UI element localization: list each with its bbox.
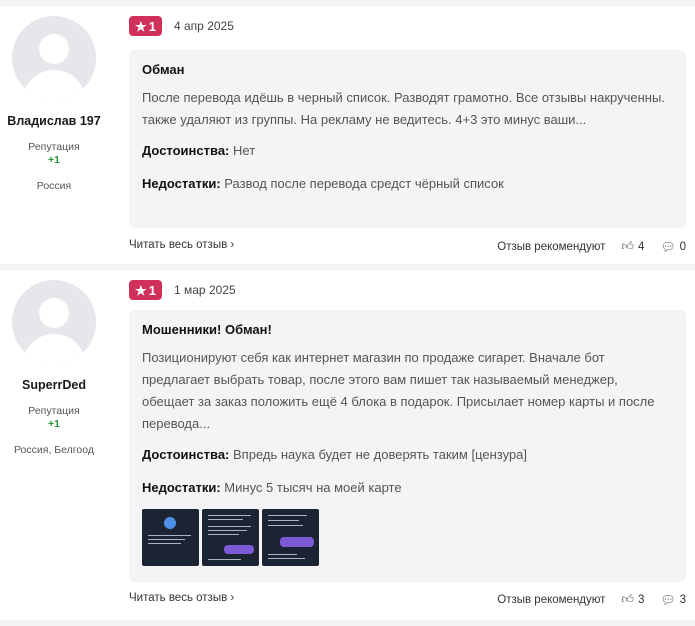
read-full-review-link[interactable]: Читать весь отзыв › xyxy=(129,592,234,604)
review-footer: Читать весь отзыв › Отзыв рекомендуют 👍︎… xyxy=(129,239,686,257)
reputation-value: +1 xyxy=(48,154,60,166)
pros-label: Достоинства: xyxy=(142,447,230,462)
pros-text: Впредь наука будет не доверять таким [це… xyxy=(233,447,528,462)
rating-badge: ★ 1 xyxy=(129,16,162,36)
review-title[interactable]: Мошенники! Обман! xyxy=(142,322,673,337)
chevron-right-icon: › xyxy=(230,592,235,604)
author-name[interactable]: Владислав 197 xyxy=(0,114,108,128)
review-date: 4 апр 2025 xyxy=(174,19,234,33)
review-card: Мошенники! Обман! Позиционируют себя как… xyxy=(129,310,686,582)
review-text: Позиционируют себя как интернет магазин … xyxy=(142,350,655,431)
review-footer: Читать весь отзыв › Отзыв рекомендуют 👍︎… xyxy=(129,592,686,610)
star-icon: ★ xyxy=(135,18,147,34)
star-icon: ★ xyxy=(135,282,147,298)
review-cons: Недостатки: Развод после перевода средст… xyxy=(142,176,673,191)
review-photo[interactable] xyxy=(202,509,259,566)
cons-text: Развод после перевода средст чёрный спис… xyxy=(224,176,504,191)
pros-text: Нет xyxy=(233,143,256,158)
review-photo[interactable] xyxy=(142,509,199,566)
recommend-label: Отзыв рекомендуют xyxy=(497,593,606,606)
cons-text: Минус 5 тысяч на моей карте xyxy=(224,480,402,495)
pros-label: Достоинства: xyxy=(142,143,230,158)
avatar[interactable] xyxy=(12,280,96,364)
reputation-value: +1 xyxy=(48,418,60,430)
rating-value: 1 xyxy=(148,18,156,34)
author-location: Россия xyxy=(36,180,72,192)
comment-icon[interactable]: 💬︎ xyxy=(660,240,675,254)
comments-count: 0 xyxy=(679,240,686,253)
review-photo[interactable] xyxy=(262,509,319,566)
likes-count: 3 xyxy=(637,593,645,606)
review-author: Владислав 197 Репутация +1 Россия xyxy=(0,16,108,192)
review-title[interactable]: Обман xyxy=(142,62,673,77)
review-date: 1 мар 2025 xyxy=(174,283,236,297)
avatar[interactable] xyxy=(12,16,96,100)
review-cons: Недостатки: Минус 5 тысяч на моей карте xyxy=(142,480,673,495)
review-card: Обман После перевода идёшь в черный спис… xyxy=(129,50,686,228)
review-item: Владислав 197 Репутация +1 Россия ★ 1 4 … xyxy=(0,6,695,264)
rating-badge: ★ 1 xyxy=(129,280,162,300)
author-name[interactable]: SuperrDed xyxy=(0,378,108,392)
review-author: SuperrDed Репутация +1 Россия, Белгоод xyxy=(0,280,108,456)
review-photos xyxy=(142,509,673,566)
bottom-divider xyxy=(0,620,695,626)
review-pros: Достоинства: Впредь наука будет не довер… xyxy=(142,447,673,462)
review-text: После перевода идёшь в черный список. Ра… xyxy=(142,90,665,127)
comment-icon[interactable]: 💬︎ xyxy=(660,593,675,607)
cons-label: Недостатки: xyxy=(142,480,221,495)
reputation-label: Репутация xyxy=(28,141,80,153)
thumbs-up-icon[interactable]: 👍︎ xyxy=(621,592,634,607)
author-location: Россия, Белгоод xyxy=(14,444,94,456)
thumbs-up-icon[interactable]: 👍︎ xyxy=(621,239,634,254)
recommend-block: Отзыв рекомендуют 👍︎ 4 💬︎ 0 xyxy=(497,239,686,254)
reputation-label: Репутация xyxy=(28,405,80,417)
likes-count: 4 xyxy=(637,240,645,253)
cons-label: Недостатки: xyxy=(142,176,221,191)
chevron-right-icon: › xyxy=(230,239,235,251)
recommend-block: Отзыв рекомендуют 👍︎ 3 💬︎ 3 xyxy=(497,592,686,607)
review-item: SuperrDed Репутация +1 Россия, Белгоод ★… xyxy=(0,270,695,620)
review-pros: Достоинства: Нет xyxy=(142,143,673,158)
recommend-label: Отзыв рекомендуют xyxy=(497,240,606,253)
read-full-review-link[interactable]: Читать весь отзыв › xyxy=(129,239,234,251)
rating-value: 1 xyxy=(148,282,156,298)
comments-count: 3 xyxy=(679,593,686,606)
